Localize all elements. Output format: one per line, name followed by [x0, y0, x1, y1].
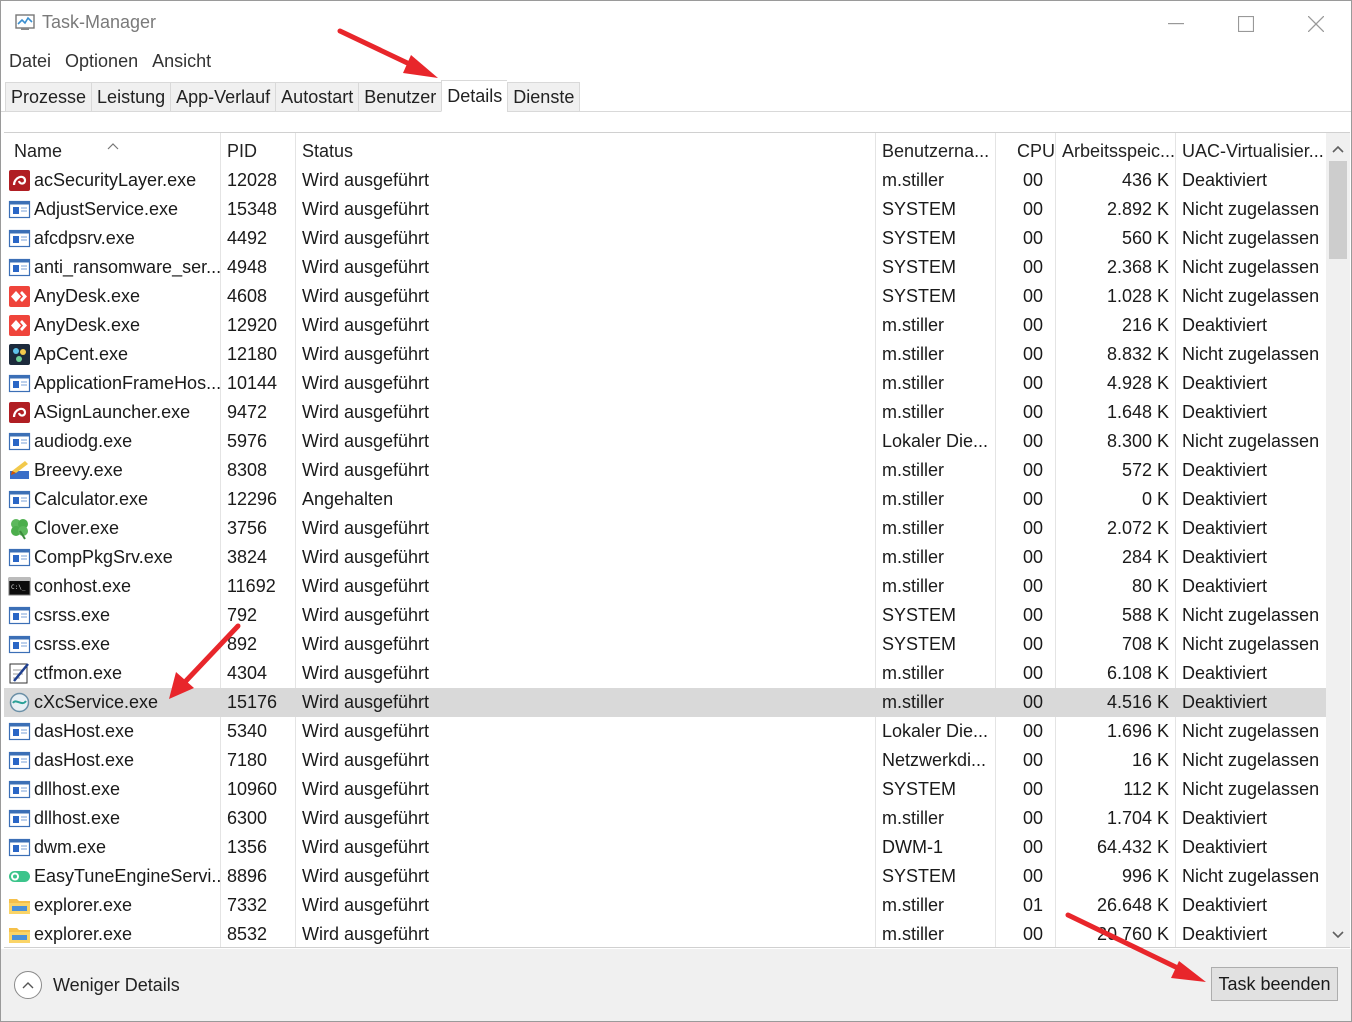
arrow-to-cxcservice-row: [169, 623, 241, 699]
arrow-to-details-tab: [337, 28, 438, 78]
annotation-arrows: [169, 28, 1206, 982]
arrow-to-end-task-button: [1065, 912, 1206, 982]
